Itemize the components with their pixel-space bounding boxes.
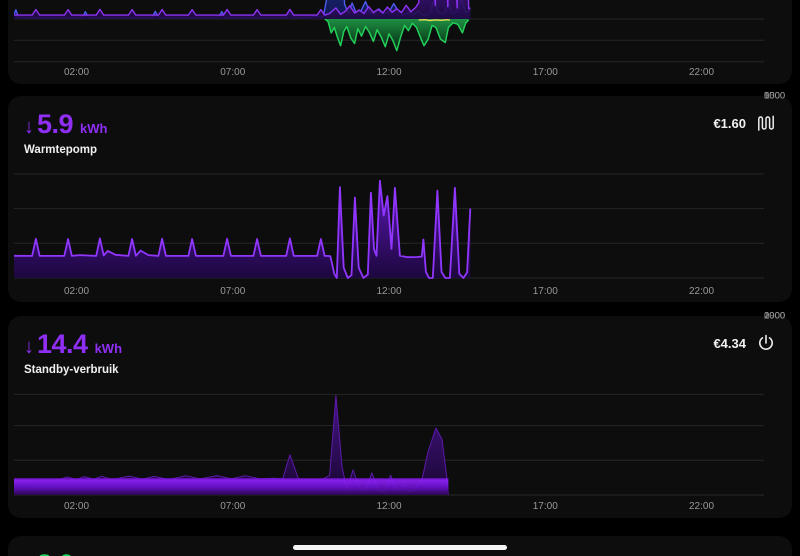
energy-value: 8.6 [37, 549, 74, 556]
card-energy-overview[interactable]: 02:0007:0012:0017:0022:00 10000-1000-200… [8, 0, 792, 84]
y-tick-label: 0 [764, 90, 770, 102]
energy-unit: kWh [94, 341, 123, 356]
down-arrow-icon: ↓ [24, 116, 34, 138]
y-tick-label: 0 [764, 310, 770, 322]
x-tick-label: 17:00 [532, 286, 558, 297]
x-tick-label: 02:00 [63, 67, 90, 78]
card-warmtepomp[interactable]: ↓ 5.9 kWh Warmtepomp €1.60 02:00 07:00 12:… [8, 91, 792, 302]
x-tick-label: 07:00 [220, 286, 246, 297]
card-header: ↑ 8.6 kWh [24, 549, 108, 556]
cost-value: €1.60 [713, 115, 746, 131]
energy-overview-chart[interactable] [14, 0, 764, 64]
energy-dashboard: 02:0007:0012:0017:0022:00 10000-1000-200… [0, 0, 800, 556]
card-standby-verbruik[interactable]: ↓ 14.4 kWh Standby-verbruik €4.34 02:00 0… [8, 311, 792, 518]
x-axis-labels: 02:00 07:00 12:00 17:00 22:00 [14, 501, 764, 514]
cost-row: €4.34 [713, 333, 776, 353]
x-tick-label: 12:00 [376, 286, 402, 297]
down-arrow-icon: ↓ [24, 336, 34, 358]
card-header: ↓ 5.9 kWh Warmtepomp [24, 109, 108, 156]
x-tick-label: 22:00 [688, 67, 715, 78]
energy-value: 5.9 [37, 109, 74, 139]
home-indicator[interactable] [293, 545, 507, 550]
x-tick-label: 07:00 [220, 67, 246, 78]
standby-chart[interactable] [14, 380, 764, 500]
x-tick-label: 17:00 [532, 501, 558, 512]
x-tick-label: 12:00 [376, 501, 402, 512]
x-tick-label: 02:00 [63, 286, 90, 297]
x-axis-labels: 02:00 07:00 12:00 17:00 22:00 [14, 67, 764, 80]
card-title: Warmtepomp [24, 144, 98, 156]
x-axis-labels: 02:00 07:00 12:00 17:00 22:00 [14, 286, 764, 299]
cost-row: €1.60 [713, 113, 776, 133]
x-tick-label: 12:00 [376, 67, 402, 78]
x-tick-label: 22:00 [688, 501, 715, 512]
x-tick-label: 07:00 [220, 501, 246, 512]
warmtepomp-chart[interactable] [14, 166, 764, 282]
energy-unit: kWh [80, 121, 108, 136]
x-tick-label: 17:00 [532, 67, 558, 78]
x-tick-label: 22:00 [688, 286, 715, 297]
x-tick-label: 02:00 [63, 501, 90, 512]
card-header: ↓ 14.4 kWh Standby-verbruik [24, 329, 122, 376]
cost-value: €4.34 [713, 335, 746, 351]
card-title: Standby-verbruik [24, 364, 119, 376]
energy-value: 14.4 [37, 329, 88, 359]
power-icon [759, 334, 773, 350]
radiator-icon [758, 115, 774, 131]
